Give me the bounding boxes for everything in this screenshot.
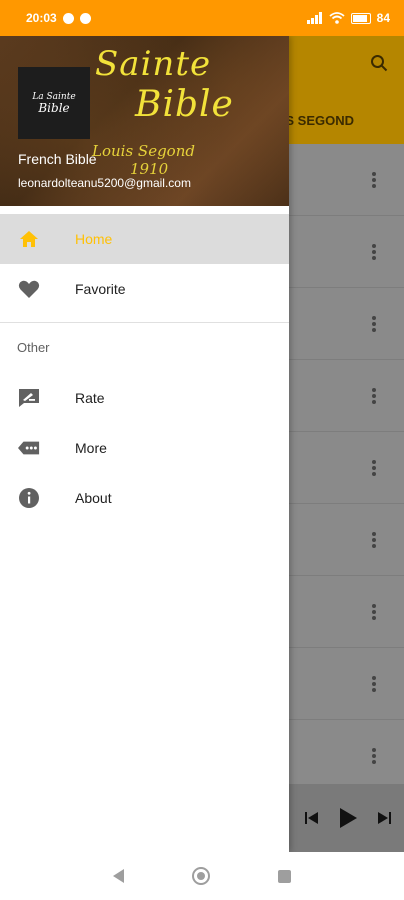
overflow-menu-icon[interactable] <box>372 316 376 332</box>
overflow-menu-icon[interactable] <box>372 244 376 260</box>
tab-segond[interactable]: S SEGOND <box>285 113 354 128</box>
menu-item-rate[interactable]: Rate <box>0 373 289 423</box>
wifi-icon <box>329 12 345 24</box>
status-right: 84 <box>306 11 390 25</box>
battery-level: 84 <box>376 11 390 25</box>
logo-text-line-2: Bible <box>38 100 70 115</box>
home-button-icon[interactable] <box>192 867 210 885</box>
drawer-header: Sainte Bible Louis Segond 1910 La Sainte… <box>0 36 289 206</box>
more-icon <box>18 437 40 459</box>
section-title-other: Other <box>17 340 50 355</box>
menu-item-home[interactable]: Home <box>0 214 289 264</box>
other-menu: Rate More About <box>0 373 289 523</box>
app-notification-icon <box>79 12 91 24</box>
system-navigation-bar <box>0 852 404 900</box>
menu-label-favorite: Favorite <box>75 281 126 297</box>
status-time: 20:03 <box>26 11 57 25</box>
overflow-menu-icon[interactable] <box>372 172 376 188</box>
cover-subtitle-line-1: Louis Segond <box>92 142 195 160</box>
cover-title-line-1: Sainte <box>95 44 212 84</box>
user-email: leonardolteanu5200@gmail.com <box>18 176 191 190</box>
heart-icon <box>18 278 40 300</box>
overflow-menu-icon[interactable] <box>372 748 376 764</box>
back-icon[interactable] <box>113 869 124 883</box>
signal-icon <box>306 12 322 24</box>
drawer-menu: Home Favorite <box>0 206 289 314</box>
overflow-menu-icon[interactable] <box>372 460 376 476</box>
next-icon[interactable] <box>376 811 392 825</box>
overflow-menu-icon[interactable] <box>372 604 376 620</box>
menu-item-about[interactable]: About <box>0 473 289 523</box>
overflow-menu-icon[interactable] <box>372 388 376 404</box>
cover-title-line-2: Bible <box>135 84 234 125</box>
battery-icon <box>350 12 371 24</box>
overflow-menu-icon[interactable] <box>372 676 376 692</box>
notification-icon <box>62 12 74 24</box>
menu-label-home: Home <box>75 231 113 247</box>
menu-label-rate: Rate <box>75 390 105 406</box>
home-icon <box>18 228 40 250</box>
info-icon <box>18 487 40 509</box>
app-logo: La Sainte Bible <box>18 67 90 139</box>
rate-icon <box>18 387 40 409</box>
recent-apps-icon[interactable] <box>278 869 291 883</box>
play-icon[interactable] <box>338 807 358 829</box>
navigation-drawer: Sainte Bible Louis Segond 1910 La Sainte… <box>0 36 289 852</box>
menu-item-more[interactable]: More <box>0 423 289 473</box>
menu-item-favorite[interactable]: Favorite <box>0 264 289 314</box>
menu-label-about: About <box>75 490 112 506</box>
logo-text-line-1: La Sainte <box>32 91 76 102</box>
status-left: 20:03 <box>26 11 91 25</box>
previous-icon[interactable] <box>304 811 320 825</box>
search-icon[interactable] <box>370 54 388 72</box>
overflow-menu-icon[interactable] <box>372 532 376 548</box>
menu-label-more: More <box>75 440 107 456</box>
app-name: French Bible <box>18 151 97 167</box>
status-bar: 20:03 84 <box>0 0 404 36</box>
